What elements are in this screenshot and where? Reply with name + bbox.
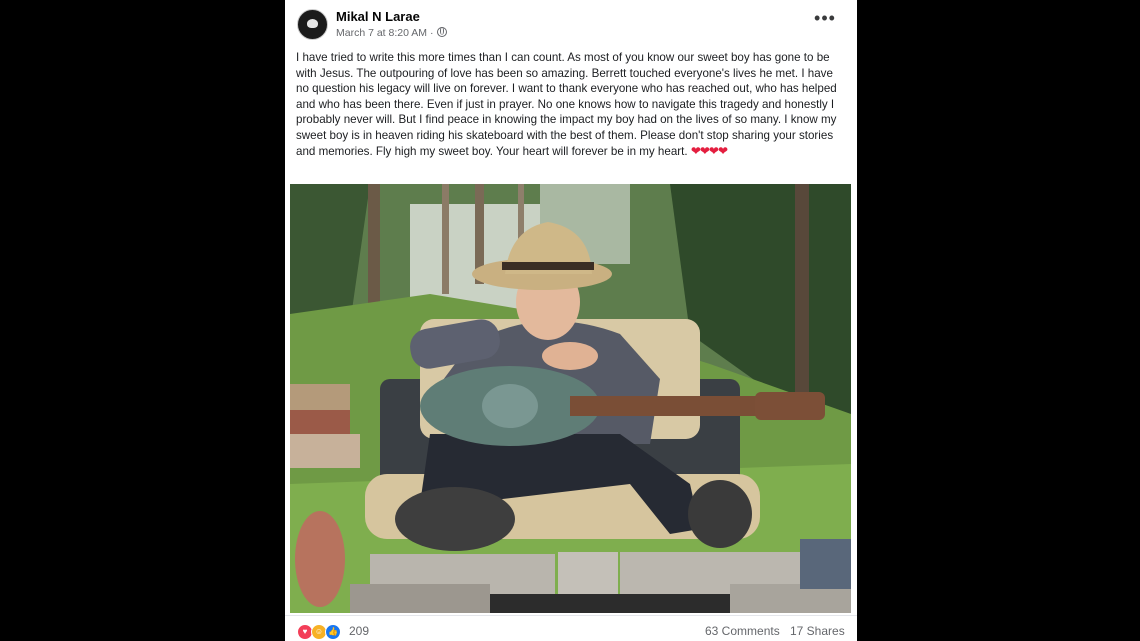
more-options-button[interactable]: ••• [813,9,837,31]
shares-count-link[interactable]: 17 Shares [790,624,845,638]
post-meta: March 7 at 8:20 AM · [336,27,448,39]
post-body-text: I have tried to write this more times th… [296,51,837,158]
post-footer: ♥ ☺ 👍 209 63 Comments 17 Shares [285,615,857,641]
globe-icon [437,27,448,37]
post-photo[interactable] [290,184,851,613]
facebook-post-card: Mikal N Larae March 7 at 8:20 AM · ••• I… [285,0,857,641]
reaction-count[interactable]: 209 [349,624,369,638]
post-body: I have tried to write this more times th… [296,50,848,159]
comments-count-link[interactable]: 63 Comments [705,624,780,638]
heart-emojis: ❤❤❤❤ [690,143,728,158]
more-options-icon: ••• [814,8,836,28]
like-reaction-icon: 👍 [325,624,341,640]
photo-boy-in-cowboy-hat-with-guitar [290,184,851,613]
post-header: Mikal N Larae March 7 at 8:20 AM · ••• [285,0,857,44]
author-name[interactable]: Mikal N Larae [336,9,420,24]
meta-separator: · [429,27,434,39]
post-timestamp[interactable]: March 7 at 8:20 AM [336,27,427,39]
author-avatar[interactable] [297,9,328,40]
